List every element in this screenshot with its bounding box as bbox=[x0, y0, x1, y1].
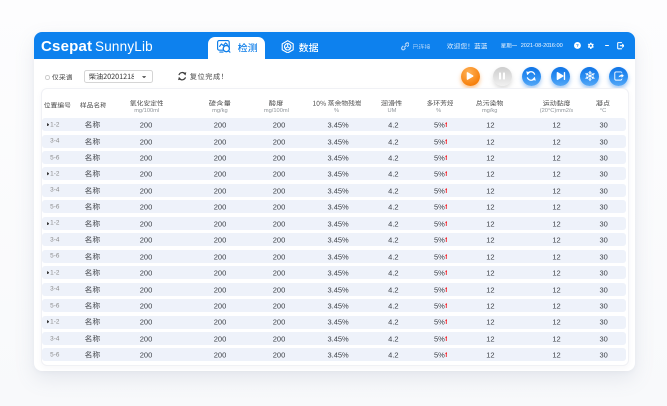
svg-text:?: ? bbox=[576, 43, 579, 48]
